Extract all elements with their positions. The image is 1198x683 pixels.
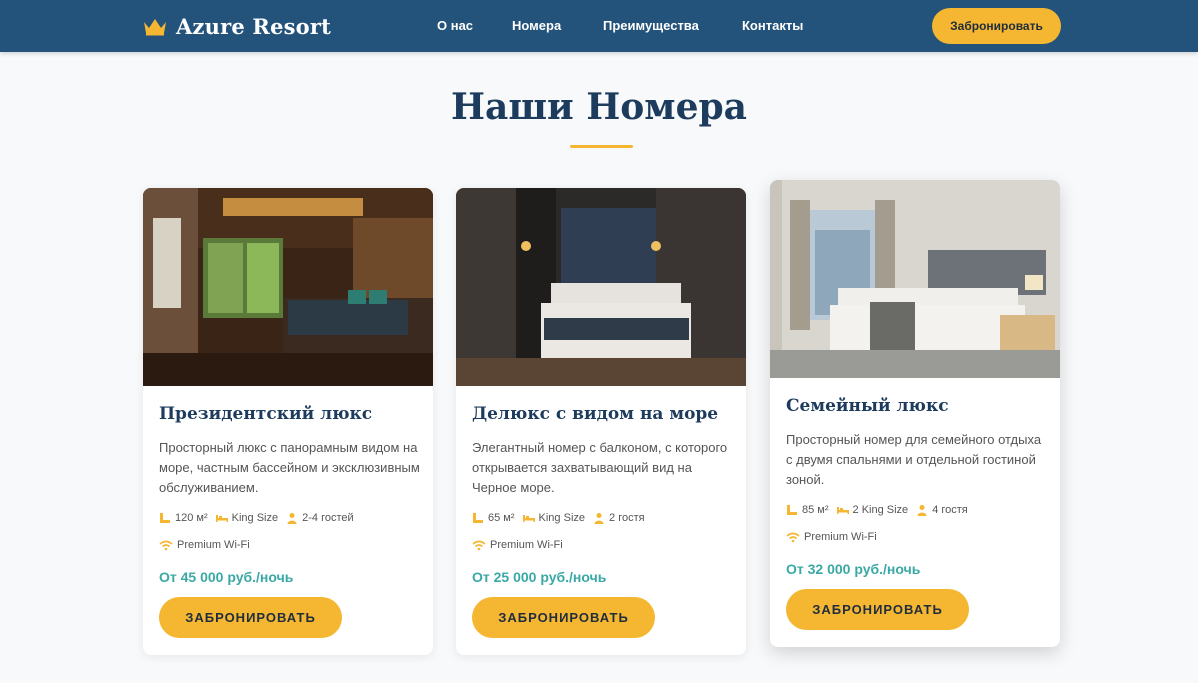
header-book-button[interactable]: Забронировать: [932, 8, 1061, 44]
site-header: Azure Resort О нас Номера Преимущества К…: [0, 0, 1198, 52]
room-photo: [456, 188, 746, 386]
ruler-icon: [473, 513, 483, 523]
nav-rooms[interactable]: Номера: [512, 18, 561, 33]
spec-area-value: 85 м²: [802, 504, 829, 516]
bed-icon: [836, 507, 849, 514]
bed-icon: [215, 515, 228, 522]
book-room-button[interactable]: ЗАБРОНИРОВАТЬ: [786, 589, 969, 630]
brand-name: Azure Resort: [176, 13, 332, 39]
room-specs: 120 м² King Size 2-4 гостей: [159, 512, 362, 524]
nav-contacts[interactable]: Контакты: [742, 18, 803, 33]
person-icon: [594, 513, 604, 524]
spec-wifi-value: Premium Wi-Fi: [490, 539, 563, 551]
ruler-icon: [160, 513, 170, 523]
spec-bed-value: 2 King Size: [852, 504, 909, 516]
spec-guests: 4 гостя: [916, 504, 968, 516]
crown-icon: [144, 19, 166, 36]
book-room-button[interactable]: ЗАБРОНИРОВАТЬ: [159, 597, 342, 638]
room-card-deluxe: Делюкс с видом на море Элегантный номер …: [456, 188, 746, 655]
room-title: Семейный люкс: [786, 396, 949, 416]
title-underline: [570, 145, 633, 148]
spec-wifi: Premium Wi-Fi: [786, 531, 877, 543]
section-title: Наши Номера: [451, 86, 747, 128]
wifi-icon: [472, 540, 486, 550]
spec-bed: 2 King Size: [836, 504, 909, 516]
spec-guests-value: 2-4 гостей: [302, 512, 354, 524]
wifi-icon: [159, 540, 173, 550]
room-title: Делюкс с видом на море: [472, 404, 719, 424]
spec-guests-value: 4 гостя: [932, 504, 968, 516]
nav-features[interactable]: Преимущества: [603, 18, 699, 33]
wifi-icon: [786, 532, 800, 542]
spec-bed-value: King Size: [538, 512, 586, 524]
spec-wifi-value: Premium Wi-Fi: [177, 539, 250, 551]
spec-area: 120 м²: [159, 512, 208, 524]
bed-icon: [522, 515, 535, 522]
room-specs: 65 м² King Size 2 гостя: [472, 512, 653, 524]
room-card-family: Семейный люкс Просторный номер для семей…: [770, 180, 1060, 647]
room-description: Просторный номер для семейного отдыха с …: [786, 432, 1042, 487]
room-specs: 85 м² 2 King Size 4 гостя: [786, 504, 976, 516]
logo[interactable]: Azure Resort: [142, 12, 331, 40]
nav-about[interactable]: О нас: [437, 18, 473, 33]
spec-area: 65 м²: [472, 512, 515, 524]
spec-guests: 2 гостя: [593, 512, 645, 524]
room-photo: [770, 180, 1060, 378]
room-card-presidential: Президентский люкс Просторный люкс с пан…: [143, 188, 433, 655]
spec-guests: 2-4 гостей: [286, 512, 354, 524]
spec-area-value: 120 м²: [175, 512, 208, 524]
spec-wifi-value: Premium Wi-Fi: [804, 531, 877, 543]
room-description: Просторный люкс с панорамным видом на мо…: [159, 440, 420, 495]
room-title: Президентский люкс: [159, 404, 373, 424]
person-icon: [917, 505, 927, 516]
room-price: От 45 000 руб./ночь: [159, 569, 294, 585]
spec-area: 85 м²: [786, 504, 829, 516]
spec-area-value: 65 м²: [488, 512, 515, 524]
spec-wifi: Premium Wi-Fi: [159, 539, 250, 551]
spec-bed: King Size: [215, 512, 279, 524]
person-icon: [287, 513, 297, 524]
room-description: Элегантный номер с балконом, с которого …: [472, 440, 728, 495]
spec-bed-value: King Size: [231, 512, 279, 524]
book-room-button[interactable]: ЗАБРОНИРОВАТЬ: [472, 597, 655, 638]
room-photo: [143, 188, 433, 386]
ruler-icon: [787, 505, 797, 515]
spec-bed: King Size: [522, 512, 586, 524]
room-price: От 25 000 руб./ночь: [472, 569, 607, 585]
spec-guests-value: 2 гостя: [609, 512, 645, 524]
room-price: От 32 000 руб./ночь: [786, 561, 921, 577]
spec-wifi: Premium Wi-Fi: [472, 539, 563, 551]
